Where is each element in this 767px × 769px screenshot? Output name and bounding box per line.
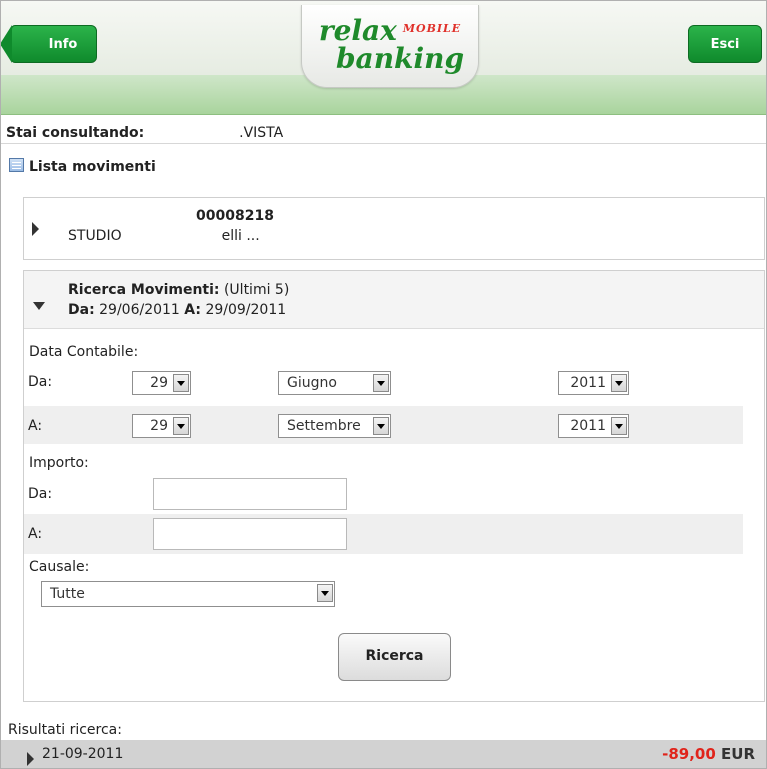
chevron-down-icon — [173, 374, 189, 392]
account-holder: STUDIO elli ... — [68, 228, 260, 244]
from-month-select[interactable]: Giugno — [278, 371, 391, 395]
search-button[interactable]: Ricerca — [338, 633, 451, 681]
account-number: 00008218 — [196, 208, 274, 224]
chevron-down-icon — [317, 584, 333, 602]
consulting-bar: Stai consultando: .VISTA — [1, 124, 766, 144]
chevron-down-icon — [611, 374, 627, 392]
date-from-row: Da: 29 Giugno 2011 — [24, 364, 743, 402]
section-title-text: Lista movimenti — [29, 159, 156, 175]
to-month-select[interactable]: Settembre — [278, 414, 391, 438]
to-day-select[interactable]: 29 — [132, 414, 191, 438]
chevron-down-icon — [173, 417, 189, 435]
reason-select[interactable]: Tutte — [41, 581, 335, 607]
collapse-arrow-icon[interactable] — [33, 302, 45, 310]
logo-text: relax MOBILE — [318, 14, 462, 47]
result-amount: -89,00 EUR — [662, 745, 755, 763]
amount-to-row: A: — [24, 514, 743, 554]
result-row[interactable]: 21-09-2011 -89,00 EUR — [1, 740, 766, 768]
account-panel[interactable]: 00008218 STUDIO elli ... — [23, 197, 765, 260]
date-from-label: Da: — [28, 374, 53, 390]
chevron-down-icon — [373, 417, 389, 435]
amount-from-label: Da: — [28, 486, 53, 502]
date-to-label: A: — [28, 418, 43, 434]
search-header[interactable]: Ricerca Movimenti: (Ultimi 5) Da: 29/06/… — [24, 271, 764, 329]
info-button[interactable]: Info — [1, 25, 97, 63]
section-title: Lista movimenti — [9, 158, 156, 175]
expand-arrow-icon[interactable] — [32, 222, 39, 236]
result-date: 21-09-2011 — [42, 746, 124, 762]
logo: relax MOBILE banking — [301, 5, 479, 88]
from-year-select[interactable]: 2011 — [558, 371, 629, 395]
to-year-select[interactable]: 2011 — [558, 414, 629, 438]
expand-arrow-icon[interactable] — [27, 752, 34, 766]
amount-from-row: Da: — [24, 474, 743, 514]
search-panel: Ricerca Movimenti: (Ultimi 5) Da: 29/06/… — [23, 270, 765, 702]
reason-label: Causale: — [29, 559, 90, 575]
search-range: Da: 29/06/2011 A: 29/09/2011 — [68, 302, 287, 318]
amount-to-label: A: — [28, 526, 43, 542]
logo-text-banking: banking — [335, 42, 465, 75]
app-frame: Info Esci relax MOBILE banking Stai consu… — [0, 0, 767, 769]
from-day-select[interactable]: 29 — [132, 371, 191, 395]
consulting-label: Stai consultando: — [6, 125, 145, 141]
amount-to-input[interactable] — [153, 518, 347, 550]
amount-section-label: Importo: — [29, 455, 89, 471]
chevron-down-icon — [373, 374, 389, 392]
search-title: Ricerca Movimenti: (Ultimi 5) — [68, 282, 290, 298]
list-icon — [9, 158, 24, 172]
date-section-label: Data Contabile: — [29, 344, 139, 360]
date-to-row: A: 29 Settembre 2011 — [24, 406, 743, 444]
header: Info Esci relax MOBILE banking — [1, 1, 766, 115]
consulting-value: .VISTA — [239, 125, 284, 141]
exit-button[interactable]: Esci — [688, 25, 762, 63]
amount-from-input[interactable] — [153, 478, 347, 510]
chevron-down-icon — [611, 417, 627, 435]
results-label: Risultati ricerca: — [8, 722, 122, 738]
